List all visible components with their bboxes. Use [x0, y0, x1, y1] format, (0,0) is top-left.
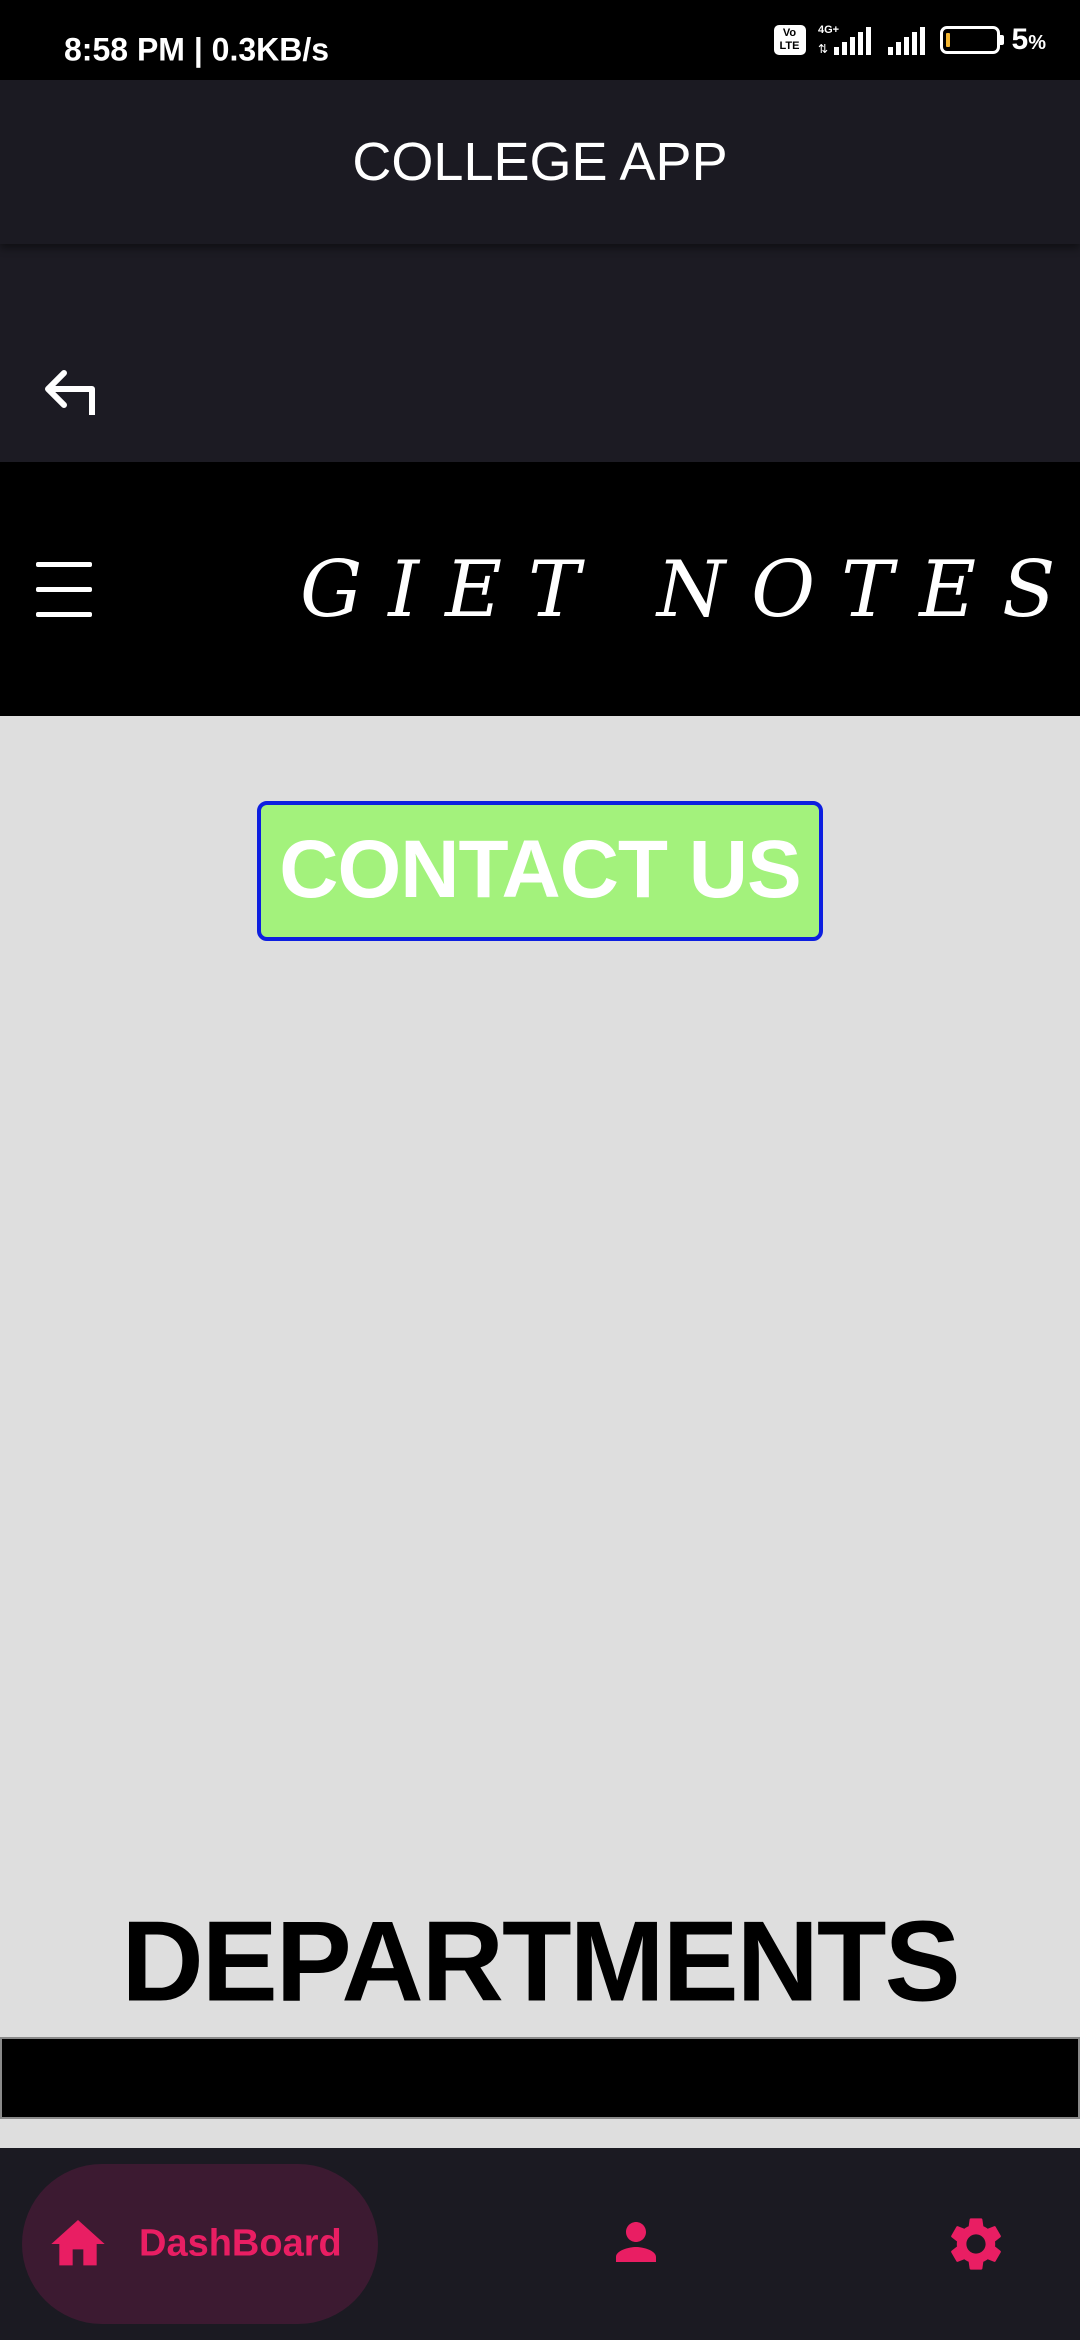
- svg-text:4G+: 4G+: [818, 24, 839, 36]
- departments-list[interactable]: [0, 2037, 1080, 2119]
- gear-icon: [951, 2218, 1001, 2270]
- back-arrow-icon: [45, 370, 95, 415]
- departments-title: DEPARTMENTS: [121, 1898, 960, 2026]
- status-bar: 8:58 PM | 0.3KB/s Vo LTE 4G+ ⇅ 5%: [0, 0, 1080, 80]
- volte-icon: Vo LTE: [773, 25, 806, 55]
- mobile-signal-icon: [887, 27, 925, 55]
- app-title: COLLEGE APP: [352, 132, 728, 192]
- hamburger-menu-icon: [36, 562, 96, 617]
- bottom-nav: DashBoard: [0, 2148, 1080, 2340]
- notes-header: GIET NOTES: [0, 462, 1080, 716]
- nav-dashboard-label: DashBoard: [139, 2222, 342, 2265]
- back-button[interactable]: [36, 359, 108, 431]
- back-row: [0, 244, 1080, 462]
- menu-button[interactable]: [36, 562, 96, 622]
- status-time: 8:58 PM | 0.3KB/s: [64, 31, 330, 68]
- contact-us-button[interactable]: CONTACT US: [257, 801, 823, 941]
- home-icon: [51, 2220, 105, 2266]
- nav-dashboard[interactable]: DashBoard: [22, 2164, 378, 2324]
- battery-percent: 5%: [1011, 23, 1046, 56]
- battery-icon: 5%: [939, 23, 1046, 57]
- person-icon: [616, 2222, 656, 2262]
- nav-profile[interactable]: [600, 2180, 672, 2308]
- notes-title: GIET NOTES: [300, 545, 1080, 635]
- nav-settings[interactable]: [940, 2180, 1012, 2308]
- status-icons: Vo LTE 4G+ ⇅ 5%: [773, 14, 1046, 66]
- svg-text:⇅: ⇅: [818, 42, 828, 56]
- app-bar: COLLEGE APP: [0, 80, 1080, 244]
- mobile-signal-4g-icon: 4G+ ⇅: [818, 24, 871, 56]
